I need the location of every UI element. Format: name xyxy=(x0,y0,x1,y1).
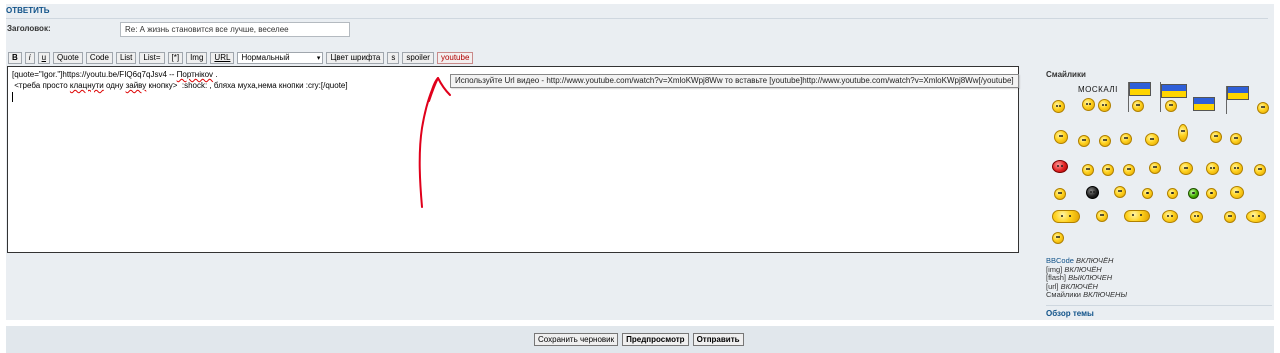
annotation-arrow xyxy=(418,77,451,208)
smiley-icon[interactable] xyxy=(1206,188,1217,199)
ukraine-flag-icon[interactable] xyxy=(1161,84,1187,98)
smiley-icon[interactable] xyxy=(1246,210,1266,223)
hug-smiley-icon[interactable] xyxy=(1052,210,1080,223)
smiley-icon[interactable] xyxy=(1082,164,1094,176)
ukraine-flag-icon[interactable] xyxy=(1193,97,1215,111)
smiley-icon[interactable] xyxy=(1257,102,1269,114)
smiley-icon[interactable] xyxy=(1162,210,1178,223)
section-title: ОТВЕТИТЬ xyxy=(6,6,50,15)
chevron-down-icon: ▾ xyxy=(316,54,321,62)
smiley-icon[interactable] xyxy=(1230,133,1242,145)
options-divider xyxy=(1046,305,1272,306)
list-button[interactable]: List xyxy=(115,51,137,64)
preview-button[interactable]: Предпросмотр xyxy=(622,333,689,346)
smiley-icon[interactable] xyxy=(1078,135,1090,147)
font-size-value: Нормальный xyxy=(241,53,290,62)
devil-smiley-icon[interactable] xyxy=(1052,160,1068,173)
smiley-icon[interactable] xyxy=(1206,162,1219,175)
ukraine-flag-icon[interactable] xyxy=(1227,86,1249,100)
smiley-icon[interactable] xyxy=(1098,99,1111,112)
green-smiley-icon[interactable] xyxy=(1188,188,1199,199)
editor-text: кнопку> :shock: , бляха муха,нема кнопки… xyxy=(146,81,348,90)
text-cursor xyxy=(12,92,13,102)
youtube-button[interactable]: youtube xyxy=(436,51,474,64)
smiley-icon[interactable] xyxy=(1052,232,1064,244)
smiley-icon[interactable] xyxy=(1142,188,1153,199)
code-button[interactable]: Code xyxy=(85,51,113,64)
message-textarea[interactable]: [quote="Igor."]https://youtu.be/FIQ6q7qJ… xyxy=(7,66,1019,253)
underline-button[interactable]: u xyxy=(37,51,51,64)
smiley-icon[interactable] xyxy=(1096,210,1108,222)
post-options: BBCode ВКЛЮЧЁН [img] ВКЛЮЧЁН [flash] ВЫК… xyxy=(1046,256,1127,300)
editor-text-misspelled: зайву xyxy=(125,81,147,90)
smiley-icon[interactable] xyxy=(1099,135,1111,147)
font-size-select[interactable]: Нормальный ▾ xyxy=(237,51,324,64)
smiley-icon[interactable] xyxy=(1123,164,1135,176)
url-button[interactable]: URL xyxy=(210,51,235,64)
smiley-icon[interactable] xyxy=(1145,133,1159,146)
editor-text: [quote="Igor."]https://youtu.be/FIQ6q7qJ… xyxy=(12,70,177,79)
smilies-option: Смайлики ВКЛЮЧЕНЫ xyxy=(1046,291,1127,300)
smilies-state: ВКЛЮЧЕНЫ xyxy=(1083,290,1128,300)
bomb-icon[interactable] xyxy=(1086,186,1099,199)
italic-button[interactable]: i xyxy=(24,51,35,64)
font-color-button[interactable]: Цвет шрифта xyxy=(326,51,385,64)
smiley-icon[interactable] xyxy=(1230,186,1244,199)
smiley-icon[interactable] xyxy=(1149,162,1161,174)
smiley-icon[interactable] xyxy=(1167,188,1178,199)
smiley-icon[interactable] xyxy=(1082,98,1095,111)
youtube-tooltip: Используйте Url видео - http://www.youtu… xyxy=(450,74,1019,88)
list-item-button[interactable]: [*] xyxy=(167,51,184,64)
editor-text: одну xyxy=(103,81,126,90)
ukraine-flag-icon[interactable] xyxy=(1129,82,1151,96)
topic-review-link[interactable]: Обзор темы xyxy=(1046,309,1094,318)
subject-label: Заголовок: xyxy=(7,24,51,33)
editor-text-misspelled: Портнікоv xyxy=(176,70,214,79)
spoiler-button[interactable]: spoiler xyxy=(402,51,434,64)
smiley-icon[interactable] xyxy=(1230,162,1243,175)
save-draft-button[interactable]: Сохранить черновик xyxy=(534,333,619,346)
smilies-option-label: Смайлики xyxy=(1046,290,1081,300)
smiley-icon[interactable] xyxy=(1102,164,1114,176)
moskali-smiley-label: МОСКАЛІ xyxy=(1078,85,1118,94)
smiley-icon[interactable] xyxy=(1165,100,1177,112)
smiley-icon[interactable] xyxy=(1054,188,1066,200)
smiley-icon[interactable] xyxy=(1120,133,1132,145)
quote-button[interactable]: Quote xyxy=(53,51,83,64)
submit-buttons: Сохранить черновик Предпросмотр Отправит… xyxy=(534,333,744,346)
title-divider xyxy=(6,18,1268,19)
bbcode-toolbar: B i u Quote Code List List= [*] Img URL … xyxy=(8,51,474,64)
ordered-list-button[interactable]: List= xyxy=(139,51,165,64)
smiley-icon[interactable] xyxy=(1210,131,1222,143)
strike-button[interactable]: s xyxy=(387,51,400,64)
img-button[interactable]: Img xyxy=(186,51,208,64)
smilies-title: Смайлики xyxy=(1046,70,1086,79)
smiley-icon[interactable] xyxy=(1224,211,1236,223)
smiley-icon[interactable] xyxy=(1132,100,1144,112)
smiley-icon[interactable] xyxy=(1054,130,1068,144)
editor-text: . xyxy=(213,70,218,79)
smiley-icon[interactable] xyxy=(1179,162,1193,175)
editor-text: <треба просто xyxy=(12,81,70,90)
smiley-icon[interactable] xyxy=(1052,100,1065,113)
smiley-icon[interactable] xyxy=(1114,186,1126,198)
smiley-icon[interactable] xyxy=(1178,124,1188,142)
submit-button[interactable]: Отправить xyxy=(692,333,744,346)
smiley-icon[interactable] xyxy=(1254,164,1266,176)
bold-button[interactable]: B xyxy=(8,51,22,64)
group-smiley-icon[interactable] xyxy=(1124,210,1150,222)
smiley-icon[interactable] xyxy=(1190,211,1203,223)
subject-input[interactable] xyxy=(120,22,350,37)
editor-text-misspelled: клацнути xyxy=(69,81,104,90)
smilies-panel: МОСКАЛІ xyxy=(1046,80,1272,248)
